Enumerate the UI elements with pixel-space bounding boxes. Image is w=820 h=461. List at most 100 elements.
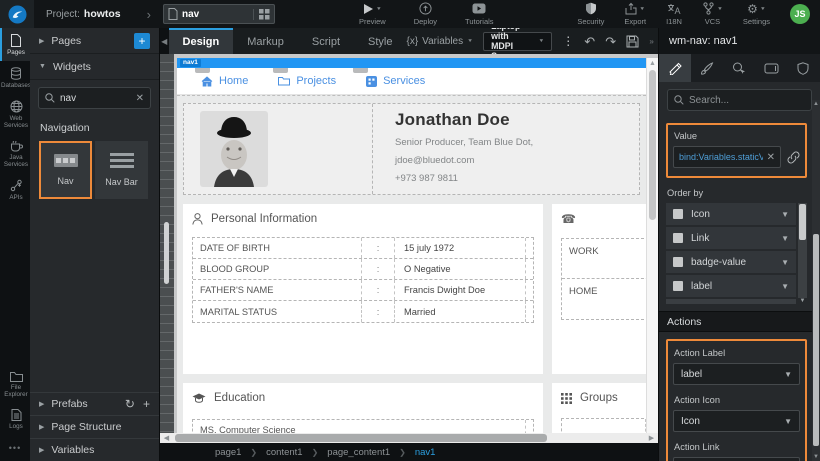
order-by-scrollbar[interactable] bbox=[798, 203, 807, 298]
tab-markup[interactable]: Markup bbox=[233, 28, 298, 54]
device-selector[interactable]: Laptop with MDPI Screen ▼ bbox=[483, 32, 552, 51]
actions-section-header[interactable]: Actions bbox=[659, 311, 812, 332]
page-structure-section-header[interactable]: ▶ Page Structure bbox=[30, 415, 159, 438]
order-by-option-label[interactable]: label ▼ bbox=[666, 275, 796, 297]
nav-item-projects[interactable]: Projects bbox=[278, 75, 336, 87]
breadcrumb-page-content1[interactable]: page_content1 bbox=[327, 447, 390, 458]
vcs-button[interactable]: ▼ VCS bbox=[702, 2, 723, 26]
canvas-vertical-scrollbar[interactable]: ▲ bbox=[646, 58, 658, 433]
checkbox[interactable] bbox=[673, 233, 683, 243]
rail-item-file-explorer[interactable]: File Explorer bbox=[0, 365, 30, 403]
tab-styles[interactable] bbox=[691, 54, 723, 82]
add-prefab-icon[interactable]: + bbox=[143, 397, 150, 411]
redo-icon[interactable]: ↷ bbox=[605, 35, 616, 48]
variables-section-header[interactable]: ▶ Variables bbox=[30, 438, 159, 461]
collapse-left-panel-icon[interactable]: ◀ bbox=[160, 28, 169, 54]
education-card[interactable]: Education MS, Computer Science bbox=[183, 383, 543, 433]
table-row[interactable]: BLOOD GROUP : O Negative bbox=[193, 259, 533, 280]
widget-selection-bar[interactable]: nav1 bbox=[177, 58, 646, 68]
canvas-horizontal-scrollbar[interactable]: ◀ ▶ bbox=[160, 433, 658, 443]
bind-icon[interactable] bbox=[787, 151, 800, 164]
contact-card[interactable]: ☎ WORK HOME bbox=[552, 204, 646, 374]
tab-style[interactable]: Style bbox=[354, 28, 406, 54]
list-item[interactable]: WORK bbox=[562, 239, 646, 279]
clear-binding-icon[interactable]: ✕ bbox=[767, 152, 775, 163]
prefabs-section-header[interactable]: ▶ Prefabs ↻+ bbox=[30, 392, 159, 415]
tab-design[interactable]: Design bbox=[169, 28, 234, 54]
save-icon[interactable] bbox=[626, 35, 639, 48]
nav-item-handle[interactable] bbox=[195, 68, 210, 73]
action-link-select[interactable]: Link ▼ bbox=[673, 457, 800, 461]
order-by-option-partial[interactable] bbox=[666, 299, 796, 304]
rail-more-icon[interactable]: ••• bbox=[0, 435, 30, 461]
checkbox[interactable] bbox=[673, 281, 683, 291]
variables-menu[interactable]: {x} Variables ▼ bbox=[406, 36, 473, 47]
education-row[interactable]: MS, Computer Science bbox=[192, 419, 534, 433]
table-row[interactable]: DATE OF BIRTH : 15 july 1972 bbox=[193, 238, 533, 259]
action-icon-select[interactable]: Icon ▼ bbox=[673, 410, 800, 432]
page-grid-icon[interactable] bbox=[253, 9, 270, 20]
nav-item-services[interactable]: Services bbox=[366, 75, 425, 87]
table-row[interactable]: FATHER'S NAME : Francis Dwight Doe bbox=[193, 280, 533, 301]
breadcrumb-nav1[interactable]: nav1 bbox=[415, 447, 436, 458]
widgets-section-header[interactable]: ▼ Widgets bbox=[30, 54, 159, 80]
i18n-button[interactable]: A I18N bbox=[666, 2, 682, 26]
order-by-option-link[interactable]: Link ▼ bbox=[666, 227, 796, 249]
scroll-up-icon[interactable]: ▲ bbox=[812, 101, 820, 107]
inspector-scrollbar[interactable]: ▲ ▼ bbox=[812, 100, 820, 461]
widget-tile-nav[interactable]: Nav bbox=[39, 141, 92, 199]
scrollbar-thumb[interactable] bbox=[799, 204, 806, 240]
groups-card[interactable]: Groups Depa ▼ bbox=[552, 383, 646, 433]
tutorials-button[interactable]: Tutorials bbox=[465, 2, 493, 26]
tab-security[interactable] bbox=[787, 54, 819, 82]
tab-device[interactable] bbox=[755, 54, 787, 82]
profile-photo[interactable] bbox=[200, 111, 372, 187]
tab-events[interactable] bbox=[723, 54, 755, 82]
preview-button[interactable]: ▼ Preview bbox=[359, 2, 386, 26]
rail-item-java-services[interactable]: Java Services bbox=[0, 134, 30, 173]
value-binding-input[interactable]: bind:Variables.staticVariable1.dataSet ✕ bbox=[673, 146, 781, 168]
table-row[interactable]: MARITAL STATUS : Married bbox=[193, 301, 533, 322]
nav-item-handle[interactable] bbox=[353, 68, 368, 73]
list-item[interactable]: HOME bbox=[562, 279, 646, 319]
order-by-option-icon[interactable]: Icon ▼ bbox=[666, 203, 796, 225]
widget-search-input[interactable] bbox=[60, 93, 131, 104]
personal-info-card[interactable]: Personal Information DATE OF BIRTH : 15 … bbox=[183, 204, 543, 374]
user-avatar[interactable]: JS bbox=[790, 4, 810, 24]
pages-section-header[interactable]: ▶ Pages + bbox=[30, 28, 159, 54]
deploy-button[interactable]: Deploy bbox=[414, 2, 437, 26]
clear-search-icon[interactable]: ✕ bbox=[136, 93, 144, 104]
checkbox[interactable] bbox=[673, 209, 683, 219]
nav-item-handle[interactable] bbox=[273, 68, 288, 73]
breadcrumb-page1[interactable]: page1 bbox=[215, 447, 241, 458]
groups-row[interactable]: Depa ▼ bbox=[561, 418, 646, 433]
rail-item-databases[interactable]: Databases bbox=[0, 61, 30, 94]
checkbox[interactable] bbox=[673, 257, 683, 267]
scroll-down-icon[interactable]: ▼ bbox=[812, 454, 820, 460]
rail-item-logs[interactable]: Logs bbox=[0, 403, 30, 435]
scrollbar-thumb[interactable] bbox=[649, 70, 656, 220]
property-search-input[interactable] bbox=[689, 95, 805, 106]
refresh-icon[interactable]: ↻ bbox=[125, 397, 135, 411]
widget-tile-navbar[interactable]: Nav Bar bbox=[95, 141, 148, 199]
nav-item-home[interactable]: Home bbox=[201, 75, 248, 87]
page-selector[interactable] bbox=[163, 4, 275, 24]
scrollbar-thumb[interactable] bbox=[813, 234, 819, 446]
profile-panel[interactable]: Jonathan Doe Senior Producer, Team Blue … bbox=[183, 103, 640, 195]
settings-button[interactable]: ⚙▼ Settings bbox=[743, 2, 770, 26]
scroll-down-icon[interactable]: ▼ bbox=[798, 298, 807, 304]
ruler-scrollbar-thumb[interactable] bbox=[164, 222, 169, 284]
action-label-select[interactable]: label ▼ bbox=[673, 363, 800, 385]
more-options-icon[interactable]: ⋮ bbox=[562, 34, 574, 48]
scroll-right-icon[interactable]: ▶ bbox=[645, 434, 658, 442]
breadcrumb-content1[interactable]: content1 bbox=[266, 447, 302, 458]
tab-properties[interactable] bbox=[659, 54, 691, 82]
page-name-input[interactable] bbox=[182, 9, 249, 20]
scrollbar-thumb[interactable] bbox=[175, 434, 547, 442]
undo-icon[interactable]: ↶ bbox=[584, 35, 595, 48]
order-by-option-badge-value[interactable]: badge-value ▼ bbox=[666, 251, 796, 273]
scroll-up-icon[interactable]: ▲ bbox=[647, 58, 658, 69]
rail-item-apis[interactable]: APIs bbox=[0, 173, 30, 206]
app-logo[interactable] bbox=[0, 0, 34, 28]
collapse-right-panel-icon[interactable]: » bbox=[649, 28, 654, 54]
